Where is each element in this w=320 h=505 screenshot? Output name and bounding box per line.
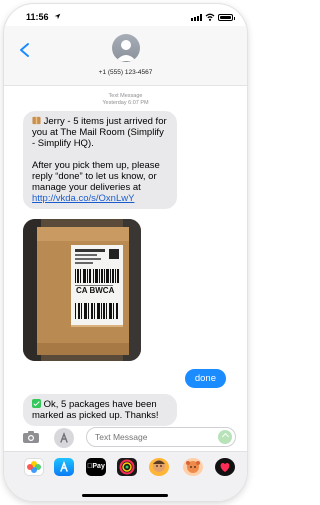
battery-icon: [218, 13, 235, 21]
outgoing-message-bubble[interactable]: done: [184, 369, 226, 388]
message-input[interactable]: [86, 427, 236, 447]
thread-timestamp: Yesterday 6:07 PM: [102, 100, 149, 106]
home-indicator[interactable]: [82, 494, 168, 497]
contact-number[interactable]: +1 (555) 123-4567: [4, 69, 247, 76]
chevron-left-icon[interactable]: [18, 42, 32, 58]
package-photo[interactable]: CA BWCA: [23, 219, 141, 361]
message-thread[interactable]: Text Message Yesterday 6:07 PM Jerry - 5…: [4, 87, 247, 426]
app-drawer: Pay: [4, 451, 247, 501]
digital-touch-icon[interactable]: [215, 458, 235, 476]
status-bar: 11:56: [4, 4, 247, 26]
app-store-icon[interactable]: [54, 428, 74, 448]
photos-app-icon[interactable]: [24, 458, 44, 476]
person-icon: [116, 40, 136, 61]
check-icon: [32, 399, 41, 408]
message-text: Jerry - 5 items just arrived for you at …: [32, 116, 167, 149]
animoji-icon[interactable]: [183, 458, 203, 476]
contact-avatar[interactable]: [112, 34, 140, 62]
incoming-message-bubble[interactable]: Ok, 5 packages have been marked as picke…: [23, 394, 177, 426]
phone-frame: 11:56 +1 (555) 123-4567 Text Message Yes…: [4, 4, 247, 501]
memoji-icon[interactable]: [149, 458, 169, 476]
package-label-text: CA BWCA: [74, 286, 117, 295]
message-text: Ok, 5 packages have been marked as picke…: [32, 399, 159, 421]
conversation-header: +1 (555) 123-4567: [4, 26, 247, 86]
package-icon: [32, 116, 41, 125]
wifi-icon: [205, 13, 215, 21]
location-arrow-icon: [54, 13, 61, 20]
message-paragraph: Jerry - 5 items just arrived for you at …: [32, 116, 168, 149]
message-text: After you pick them up, please reply “do…: [32, 160, 160, 193]
status-time: 11:56: [26, 12, 49, 22]
camera-icon[interactable]: [22, 430, 40, 444]
thread-service-label: Text Message: [108, 93, 143, 99]
app-store-app-icon[interactable]: [54, 458, 74, 476]
a-icon: [60, 432, 68, 443]
apple-pay-icon[interactable]: Pay: [86, 458, 106, 476]
deliveries-link[interactable]: http://vkda.co/s/OxnLwY: [32, 193, 134, 204]
compose-bar: [4, 426, 247, 448]
status-icons: [191, 13, 235, 21]
incoming-message-bubble[interactable]: Jerry - 5 items just arrived for you at …: [23, 111, 177, 209]
send-arrow-icon[interactable]: [218, 430, 232, 444]
message-paragraph: After you pick them up, please reply “do…: [32, 160, 168, 204]
music-app-icon[interactable]: [117, 458, 137, 476]
message-text: done: [194, 373, 216, 384]
cellular-signal-icon: [191, 13, 202, 21]
